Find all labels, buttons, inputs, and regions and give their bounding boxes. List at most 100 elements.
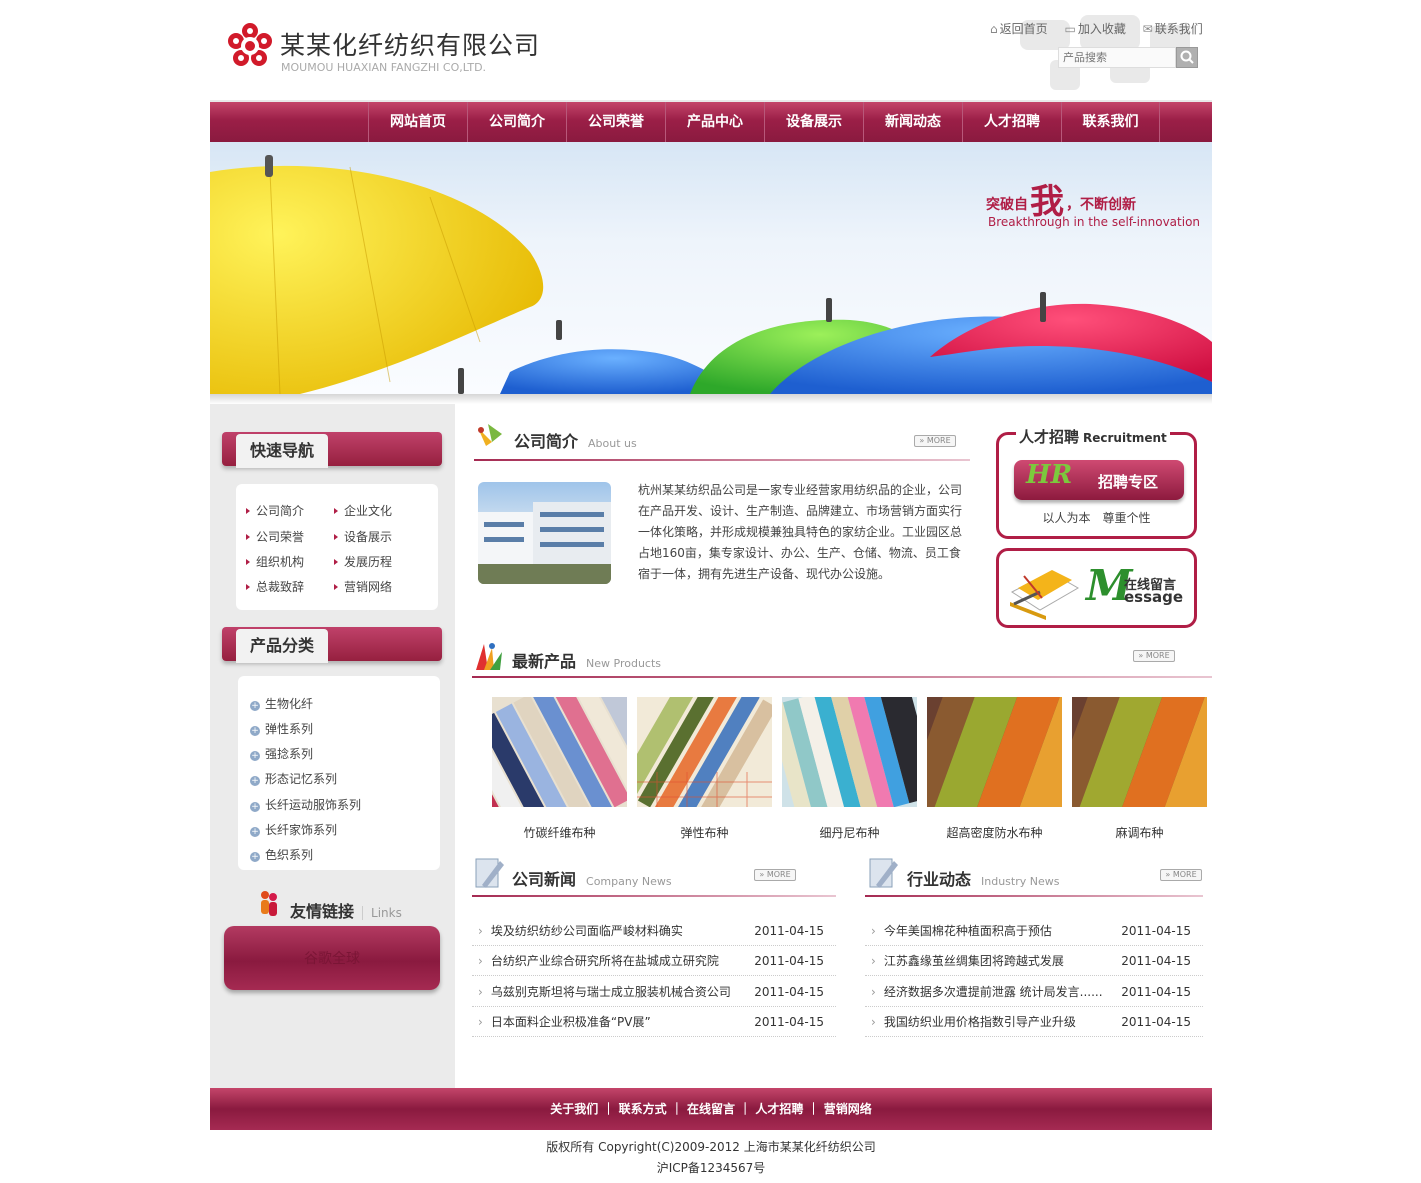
company-name: 某某化纤纺织有限公司 xyxy=(280,31,541,60)
product-card[interactable]: 弹性布种 xyxy=(617,658,778,841)
categories-title: 产品分类 xyxy=(236,629,329,663)
quick-nav-item[interactable]: 企业文化 xyxy=(334,502,392,519)
links-title: 友情链接 Links xyxy=(290,902,402,921)
about-more-button[interactable]: » MORE xyxy=(914,435,956,447)
product-name: 竹碳纤维布种 xyxy=(523,826,596,840)
chevron-right-icon: › xyxy=(871,924,876,938)
banner-slogan-en: Breakthrough in the self-innovation xyxy=(988,215,1201,229)
company-news-divider xyxy=(472,895,836,897)
plus-icon: + xyxy=(250,726,260,736)
category-item[interactable]: + 强捻系列 xyxy=(250,745,313,762)
nav-home[interactable]: 网站首页 xyxy=(368,102,467,142)
about-text: 杭州某某纺织品公司是一家专业经营家用纺织品的企业，公司在产品开发、设计、生产制造… xyxy=(638,483,963,581)
main-nav: 网站首页 公司简介 公司荣誉 产品中心 设备展示 新闻动态 人才招聘 联系我们 xyxy=(210,100,1212,142)
nav-recruit[interactable]: 人才招聘 xyxy=(962,102,1061,142)
product-card[interactable]: 超高密度防水布种 xyxy=(901,649,1102,861)
product-image xyxy=(901,649,1102,861)
quick-nav-item[interactable]: 营销网络 xyxy=(334,578,392,595)
product-card[interactable]: 细丹尼布种 xyxy=(767,669,939,841)
icp-number: 沪ICP备1234567号 xyxy=(656,1161,766,1175)
category-item[interactable]: + 长纤运动服饰系列 xyxy=(250,796,361,813)
news-row[interactable]: › 台纺织产业综合研究所将在盐城成立研究院 2011-04-15 xyxy=(472,946,836,976)
plus-icon: + xyxy=(250,776,260,786)
search-icon xyxy=(1180,50,1194,64)
nav-honors[interactable]: 公司荣誉 xyxy=(566,102,665,142)
contact-link[interactable]: ✉ 联系我们 xyxy=(1143,22,1203,36)
search-button[interactable] xyxy=(1176,47,1198,68)
category-item[interactable]: + 长纤家饰系列 xyxy=(250,821,337,838)
chevron-right-icon: › xyxy=(478,954,483,968)
category-item[interactable]: + 色织系列 xyxy=(250,846,313,863)
recruit-title: 人才招聘 Recruitment xyxy=(1016,426,1170,447)
news-row[interactable]: › 乌兹别克斯坦将与瑞士成立服装机械合资公司 2011-04-15 xyxy=(472,977,836,1007)
category-item[interactable]: + 弹性系列 xyxy=(250,720,313,737)
bookmark-link[interactable]: ▭ 加入收藏 xyxy=(1064,22,1125,36)
links-box: 谷歌全球 xyxy=(224,926,440,990)
copyright-text: 版权所有 Copyright(C)2009-2012 上海市某某化纤纺织公司 xyxy=(546,1140,876,1154)
industry-news-more-button[interactable]: » MORE xyxy=(1160,869,1202,881)
nav-news[interactable]: 新闻动态 xyxy=(863,102,962,142)
nav-products[interactable]: 产品中心 xyxy=(665,102,764,142)
chevron-right-icon: › xyxy=(478,985,483,999)
news-row[interactable]: › 江苏鑫缘茧丝绸集团将跨越式发展 2011-04-15 xyxy=(865,946,1203,976)
category-item[interactable]: + 生物化纤 xyxy=(250,695,313,712)
home-icon: ⌂ xyxy=(990,22,998,36)
nav-about[interactable]: 公司简介 xyxy=(467,102,566,142)
news-row[interactable]: › 我国纺织业用价格指数引导产业升级 2011-04-15 xyxy=(865,1007,1203,1037)
quick-nav-item[interactable]: 总裁致辞 xyxy=(246,578,304,595)
company-logo-icon[interactable] xyxy=(226,22,274,70)
quick-nav-item[interactable]: 发展历程 xyxy=(334,553,392,570)
news-row[interactable]: › 埃及纺织纺纱公司面临严峻材料确实 2011-04-15 xyxy=(472,916,836,946)
nav-equipment[interactable]: 设备展示 xyxy=(764,102,863,142)
plus-icon: + xyxy=(250,751,260,761)
search-input[interactable] xyxy=(1058,47,1176,68)
quick-nav-item[interactable]: 组织机构 xyxy=(246,553,304,570)
quick-nav-item[interactable]: 设备展示 xyxy=(334,528,392,545)
news-row[interactable]: › 经济数据多次遭提前泄露 统计局发言...... 2011-04-15 xyxy=(865,977,1203,1007)
quick-nav-panel: 公司简介 企业文化 公司荣誉 设备展示 组织机构 发展历程 总裁致辞 营销网络 xyxy=(236,484,438,610)
industry-news-icon xyxy=(869,858,898,888)
industry-news-divider xyxy=(865,895,1203,897)
chevron-right-icon: › xyxy=(871,1015,876,1029)
news-row[interactable]: › 今年美国棉花种植面积高于预估 2011-04-15 xyxy=(865,916,1203,946)
news-icon xyxy=(475,858,504,888)
product-image xyxy=(767,669,939,833)
chevron-right-icon: › xyxy=(478,1015,483,1029)
quick-nav-item[interactable]: 公司荣誉 xyxy=(246,528,304,545)
hr-logo: HR xyxy=(1026,460,1073,490)
industry-news-title: 行业动态 Industry News xyxy=(907,870,1060,889)
factory-drawing xyxy=(478,502,611,584)
footer-bar: 关于我们 ｜ 联系方式 ｜ 在线留言 ｜ 人才招聘 ｜ 营销网络 xyxy=(210,1088,1212,1130)
nav-contact[interactable]: 联系我们 xyxy=(1061,102,1160,142)
quick-nav-item[interactable]: 公司简介 xyxy=(246,502,304,519)
home-link[interactable]: ⌂ 返回首页 xyxy=(990,22,1048,36)
product-name: 弹性布种 xyxy=(680,826,729,840)
mail-icon: ✉ xyxy=(1142,22,1153,36)
plus-icon: + xyxy=(250,852,260,862)
categories-header: 产品分类 xyxy=(222,627,442,663)
friend-link[interactable]: 谷歌全球 xyxy=(224,948,440,968)
company-news-title: 公司新闻 Company News xyxy=(512,870,672,889)
footer-links[interactable]: 关于我们 ｜ 联系方式 ｜ 在线留言 ｜ 人才招聘 ｜ 营销网络 xyxy=(210,1088,1212,1130)
notebook-pen-icon xyxy=(1010,570,1080,620)
recruit-button[interactable]: HR 招聘专区 xyxy=(1014,460,1184,500)
product-card[interactable]: 麻调布种 xyxy=(1046,649,1247,861)
chevron-right-icon: › xyxy=(478,924,483,938)
chevron-right-icon: › xyxy=(871,954,876,968)
product-image xyxy=(1046,649,1247,861)
pencil-icon xyxy=(478,424,502,446)
company-news-more-button[interactable]: » MORE xyxy=(754,869,796,881)
products-more-button[interactable]: » MORE xyxy=(1133,650,1175,662)
about-divider xyxy=(474,459,970,461)
plus-icon: + xyxy=(250,827,260,837)
recruit-slogan: 以人为本 尊重个性 xyxy=(1042,511,1151,525)
quick-nav-header: 快速导航 xyxy=(222,432,442,468)
products-divider xyxy=(472,676,1212,678)
category-item[interactable]: + 形态记忆系列 xyxy=(250,770,337,787)
news-row[interactable]: › 日本面料企业积极准备“PV展” 2011-04-15 xyxy=(472,1007,836,1037)
people-icon xyxy=(261,891,277,916)
top-links: ⌂ 返回首页 ▭ 加入收藏 ✉ 联系我们 xyxy=(990,20,1216,37)
product-card[interactable]: 竹碳纤维布种 xyxy=(442,646,686,864)
factory-image xyxy=(478,482,611,584)
recruit-button-label: 招聘专区 xyxy=(1098,473,1159,491)
